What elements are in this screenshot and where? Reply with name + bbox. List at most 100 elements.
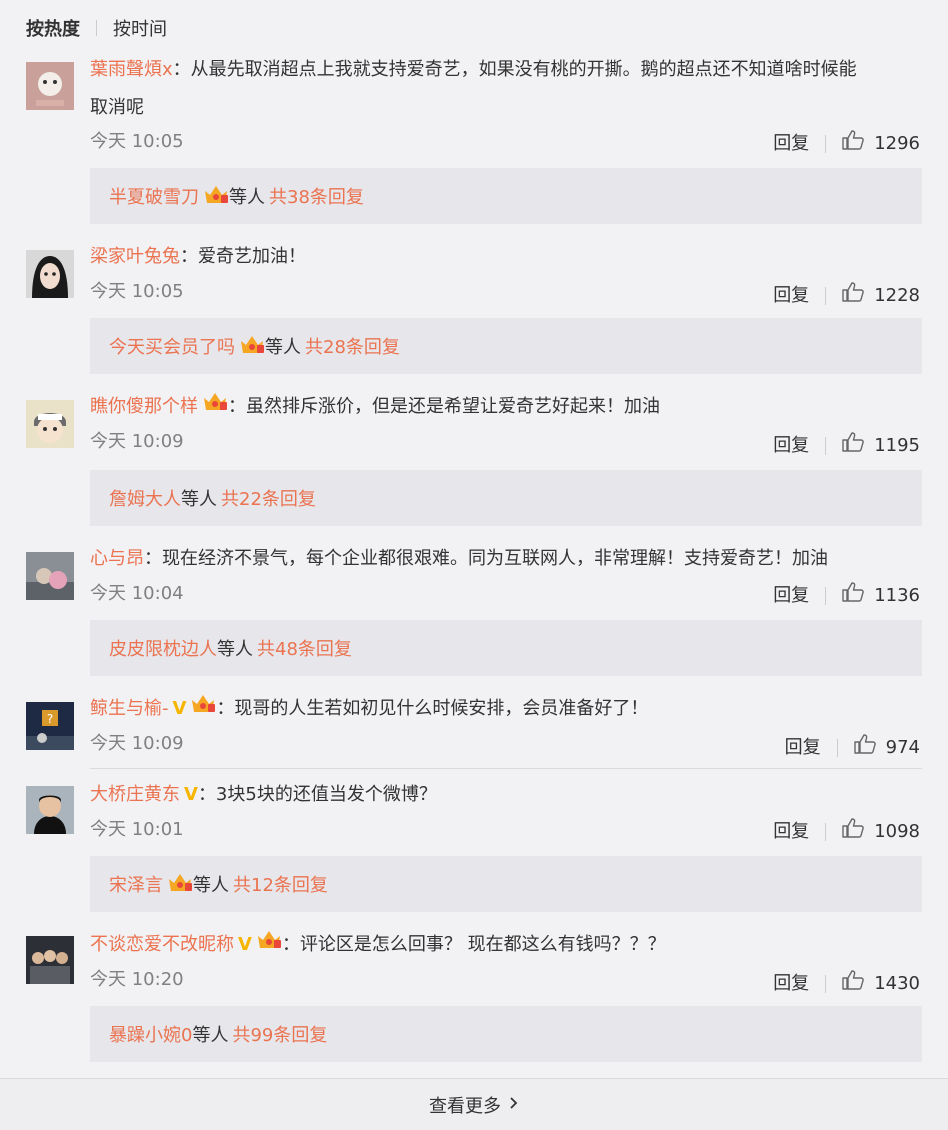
comment-username[interactable]: 大桥庄黄东 (90, 784, 180, 805)
load-more-label: 查看更多 (429, 1095, 501, 1117)
reply-button[interactable]: 回复 (785, 736, 821, 760)
reply-button[interactable]: 回复 (773, 284, 809, 308)
comment-text: ：现在经济不景气，每个企业都很艰难。同为互联网人，非常理解！支持爱奇艺！加油 (144, 548, 828, 569)
sort-by-hot-tab[interactable]: 按热度 (26, 15, 80, 41)
like-count: 1228 (874, 284, 920, 306)
comment-actions: 回复 1296 (773, 130, 920, 157)
sort-bar: 按热度 按时间 (26, 14, 167, 42)
crown-badge-icon (190, 690, 216, 728)
reply-button[interactable]: 回复 (773, 972, 809, 996)
thumbs-up-icon[interactable] (853, 734, 876, 761)
like-count: 1195 (874, 434, 920, 456)
reply-thread[interactable]: 詹姆大人 等人 共22条回复 (90, 470, 922, 526)
reply-count-link[interactable]: 共12条回复 (233, 871, 328, 897)
reply-button[interactable]: 回复 (773, 584, 809, 608)
reply-count-link[interactable]: 共38条回复 (269, 183, 364, 209)
sort-divider (96, 20, 97, 36)
comment-time: 今天 10:04 (90, 583, 184, 604)
avatar[interactable]: ? (26, 702, 74, 750)
action-divider (825, 974, 827, 993)
comment-username[interactable]: 心与昂 (90, 548, 144, 569)
avatar[interactable] (26, 552, 74, 600)
verified-v-icon: V (172, 698, 187, 719)
reply-count-link[interactable]: 共48条回复 (257, 635, 352, 661)
comment-username[interactable]: 葉雨聲煩x (90, 59, 173, 80)
crown-badge-icon (167, 871, 193, 898)
thumbs-up-icon[interactable] (842, 130, 865, 157)
action-divider (825, 822, 827, 841)
like-count: 1296 (874, 132, 920, 154)
reply-username[interactable]: 今天买会员了吗 (109, 333, 235, 359)
reply-count-link[interactable]: 共22条回复 (221, 485, 316, 511)
comment-username[interactable]: 不谈恋爱不改昵称 (90, 934, 234, 955)
like-count: 1136 (874, 584, 920, 606)
comment-actions: 回复 1228 (773, 282, 920, 309)
reply-count-link[interactable]: 共99条回复 (232, 1021, 327, 1047)
verified-v-icon: V (238, 934, 252, 955)
comment-body: 鲸生与榆- V ：现哥的人生若如初见什么时候安排，会员准备好了！ (90, 690, 918, 728)
reply-button[interactable]: 回复 (773, 132, 809, 156)
reply-thread[interactable]: 皮皮限枕边人 等人 共48条回复 (90, 620, 922, 676)
avatar[interactable] (26, 786, 74, 834)
chevron-right-icon (509, 1094, 519, 1115)
comment-text: ：虽然排斥涨价，但是还是希望让爱奇艺好起来！加油 (228, 396, 660, 417)
reply-thread[interactable]: 今天买会员了吗 等人 共28条回复 (90, 318, 922, 374)
reply-username[interactable]: 宋泽言 (109, 871, 163, 897)
thumbs-up-icon[interactable] (842, 582, 865, 609)
svg-text:?: ? (47, 712, 53, 726)
like-count: 974 (885, 736, 920, 758)
comment-text-continued: 取消呢 (90, 97, 144, 118)
comment-actions: 回复 1136 (773, 582, 920, 609)
reply-button[interactable]: 回复 (773, 434, 809, 458)
avatar[interactable] (26, 250, 74, 298)
avatar[interactable] (26, 400, 74, 448)
comment-username[interactable]: 梁家叶兔兔 (90, 246, 180, 267)
avatar[interactable] (26, 936, 74, 984)
reply-others-label: 等人 (217, 639, 253, 660)
reply-button[interactable]: 回复 (773, 820, 809, 844)
comment-text: ：3块5块的还值当发个微博？ (197, 784, 437, 805)
reply-username[interactable]: 半夏破雪刀 (109, 183, 199, 209)
reply-thread[interactable]: 半夏破雪刀 等人 共38条回复 (90, 168, 922, 224)
like-count: 1430 (874, 972, 920, 994)
sort-by-time-tab[interactable]: 按时间 (113, 15, 167, 41)
thumbs-up-icon[interactable] (842, 282, 865, 309)
comment-actions: 回复 974 (785, 734, 920, 761)
reply-username[interactable]: 皮皮限枕边人 (109, 635, 217, 661)
thumbs-up-icon[interactable] (842, 432, 865, 459)
reply-thread[interactable]: 暴躁小婉0 等人 共99条回复 (90, 1006, 922, 1062)
comment-text: ：现哥的人生若如初见什么时候安排，会员准备好了！ (216, 698, 649, 719)
reply-username[interactable]: 暴躁小婉0 (109, 1021, 192, 1047)
comment-time: 今天 10:05 (90, 281, 184, 302)
thumbs-up-icon[interactable] (842, 970, 865, 997)
reply-thread[interactable]: 宋泽言 等人 共12条回复 (90, 856, 922, 912)
comment-time: 今天 10:09 (90, 733, 184, 754)
reply-username[interactable]: 詹姆大人 (109, 485, 181, 511)
comment-body: 心与昂：现在经济不景气，每个企业都很艰难。同为互联网人，非常理解！支持爱奇艺！加… (90, 540, 918, 578)
avatar[interactable] (26, 62, 74, 110)
comment-time: 今天 10:05 (90, 131, 184, 152)
reply-others-label: 等人 (229, 187, 265, 208)
reply-others-label: 等人 (193, 875, 229, 896)
comment-text: ：评论区是怎么回事？ 现在都这么有钱吗？？？ (281, 934, 666, 955)
comment-username[interactable]: 鲸生与榆- (90, 698, 169, 719)
crown-badge-icon (203, 183, 229, 210)
load-more-button[interactable]: 查看更多 (0, 1078, 948, 1130)
crown-badge-icon (202, 388, 228, 426)
action-divider (825, 436, 827, 455)
comment-body: 葉雨聲煩x：从最先取消超点上我就支持爱奇艺，如果没有桃的开撕。鹅的超点还不知道啥… (90, 51, 918, 127)
crown-badge-icon (256, 926, 282, 964)
comment-actions: 回复 1430 (773, 970, 920, 997)
comment-actions: 回复 1195 (773, 432, 920, 459)
action-divider (825, 586, 827, 605)
comment-body: 梁家叶兔兔：爱奇艺加油！ (90, 238, 918, 276)
reply-others-label: 等人 (181, 489, 217, 510)
reply-count-link[interactable]: 共28条回复 (305, 333, 400, 359)
thumbs-up-icon[interactable] (842, 818, 865, 845)
comment-body: 不谈恋爱不改昵称 V ：评论区是怎么回事？ 现在都这么有钱吗？？？ (90, 926, 918, 964)
like-count: 1098 (874, 820, 920, 842)
comment-username[interactable]: 瞧你傻那个样 (90, 396, 198, 417)
crown-badge-icon (239, 333, 265, 360)
comment-body: 瞧你傻那个样 ：虽然排斥涨价，但是还是希望让爱奇艺好起来！加油 (90, 388, 918, 426)
comment-text: ：爱奇艺加油！ (180, 246, 306, 267)
